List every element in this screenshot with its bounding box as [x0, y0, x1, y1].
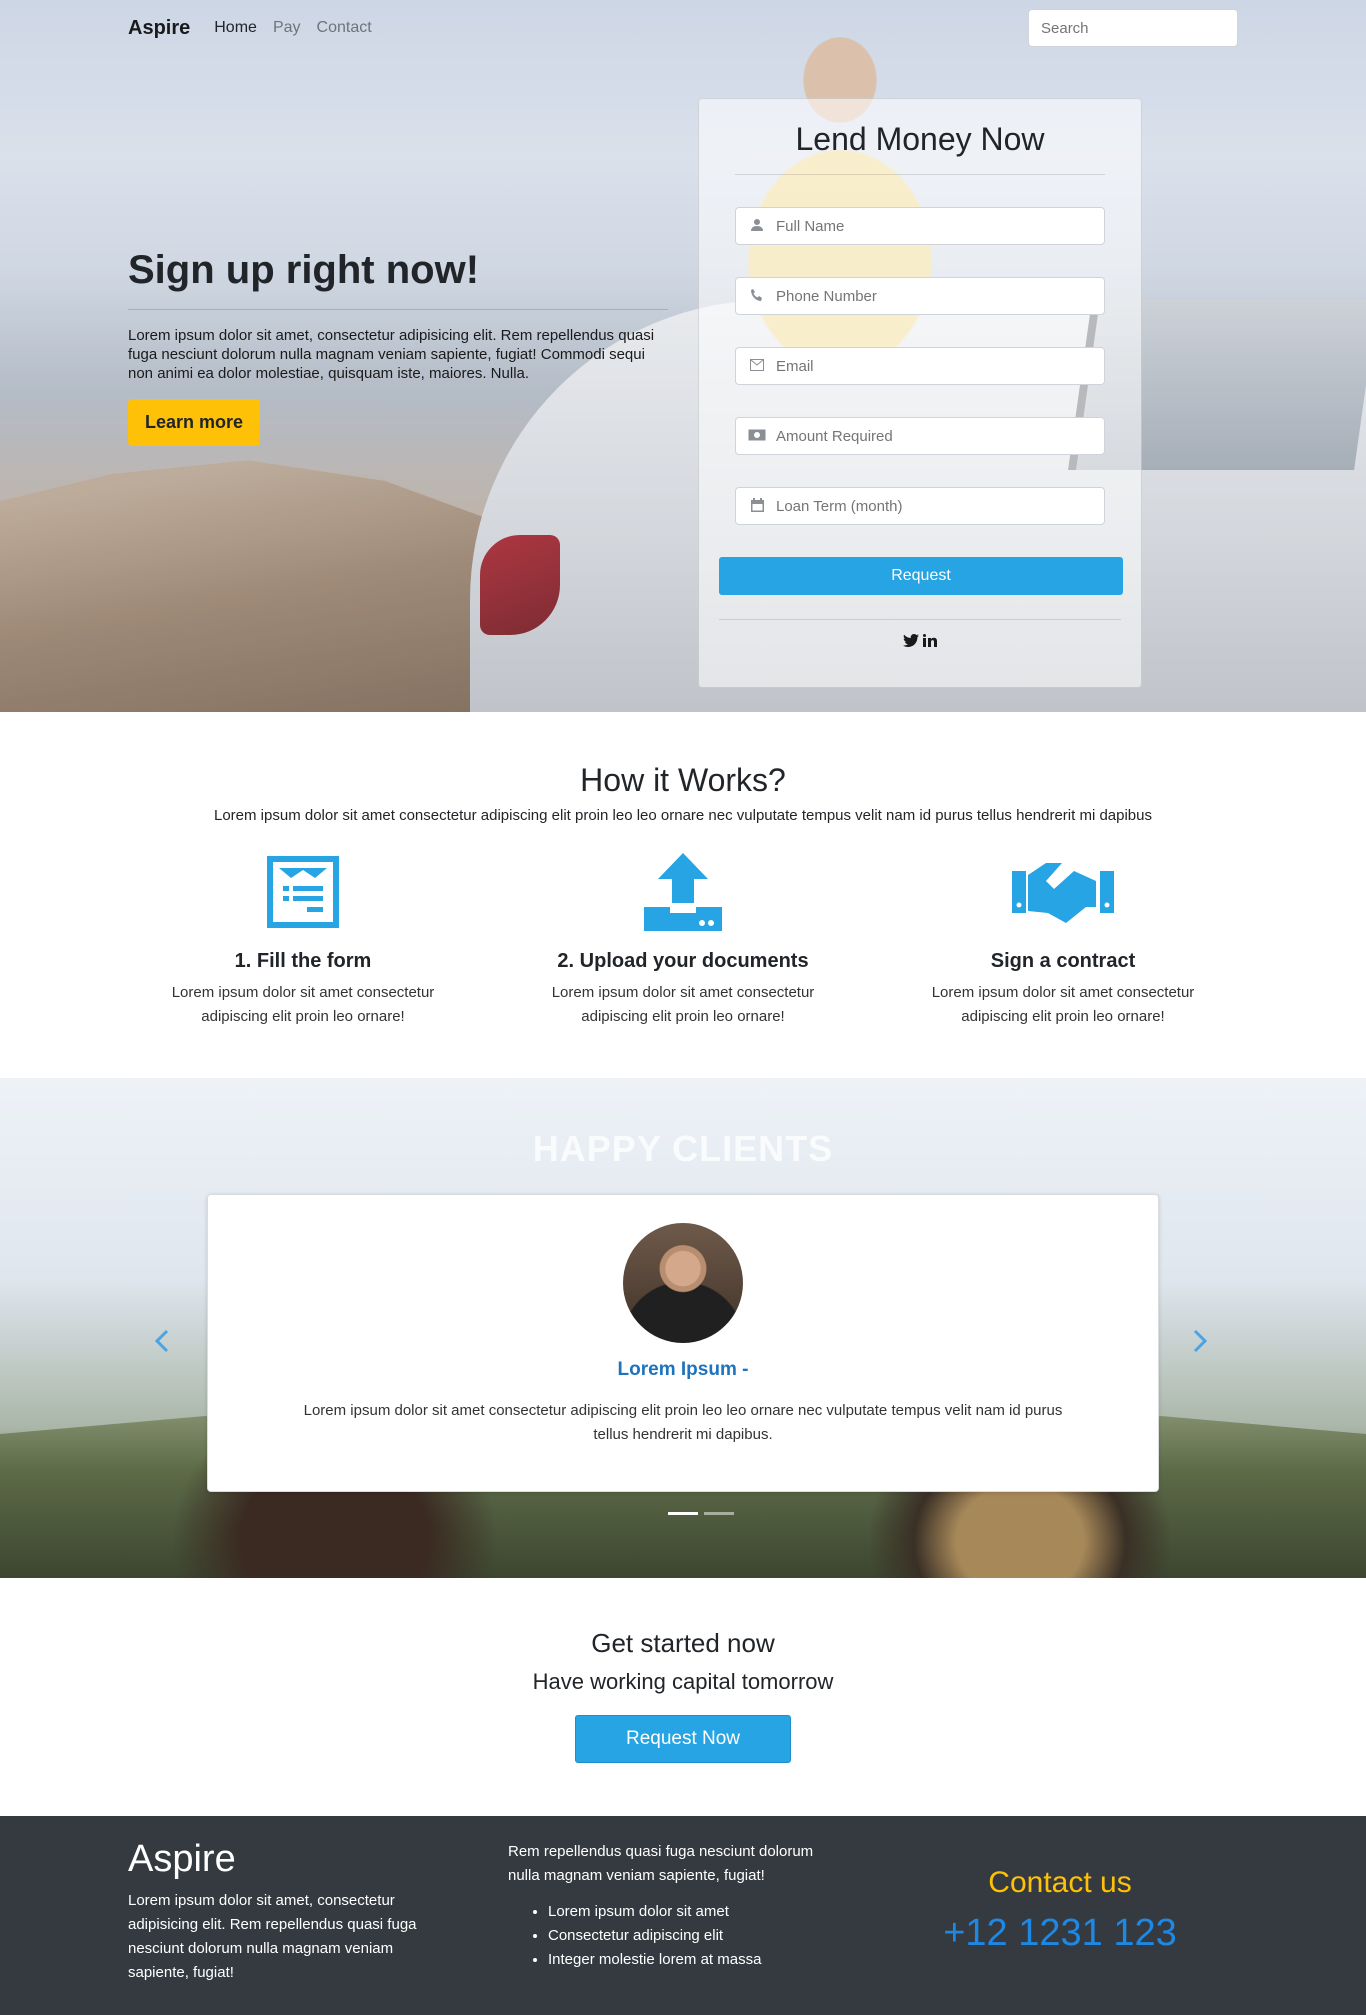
nav-link-home[interactable]: Home	[214, 19, 257, 37]
footer-list-item: Lorem ipsum dolor sit amet	[548, 1900, 848, 1924]
linkedin-icon[interactable]	[923, 632, 938, 651]
phone-number-input[interactable]	[776, 287, 1092, 305]
step-text: Lorem ipsum dolor sit amet consectetur a…	[551, 984, 815, 1025]
phone-number-field[interactable]	[735, 277, 1105, 315]
footer: Aspire Lorem ipsum dolor sit amet, conse…	[0, 1816, 1366, 2015]
carousel-indicator[interactable]	[668, 1512, 698, 1515]
how-it-works-section: How it Works? Lorem ipsum dolor sit amet…	[0, 712, 1366, 1078]
carousel-next-icon[interactable]	[1192, 1328, 1208, 1360]
full-name-field[interactable]	[735, 207, 1105, 245]
footer-contact: Contact us +12 1231 123	[910, 1866, 1210, 1955]
learn-more-button[interactable]: Learn more	[128, 399, 261, 446]
how-subtitle: Lorem ipsum dolor sit amet consectetur a…	[214, 807, 1152, 824]
amount-required-input[interactable]	[776, 427, 1092, 445]
step-fill-form: 1. Fill the form Lorem ipsum dolor sit a…	[113, 848, 493, 1029]
cta-subtitle: Have working capital tomorrow	[532, 1669, 834, 1694]
lend-form-divider	[735, 174, 1105, 175]
twitter-icon[interactable]	[902, 632, 924, 651]
step-sign-contract: Sign a contract Lorem ipsum dolor sit am…	[873, 848, 1253, 1029]
loan-term-input[interactable]	[776, 497, 1092, 515]
lend-money-form: Lend Money Now Full Name Phone Number Em…	[698, 98, 1142, 688]
steps-row: 1. Fill the form Lorem ipsum dolor sit a…	[0, 848, 1366, 1029]
nav-link-contact[interactable]: Contact	[317, 19, 372, 37]
happy-clients-section: HAPPY CLIENTS Lorem Ipsum - Lorem ipsum …	[0, 1078, 1366, 1578]
envelope-icon	[748, 358, 766, 374]
upload-icon	[493, 848, 873, 936]
footer-list-item: Consectetur adipiscing elit	[548, 1924, 848, 1948]
step-title: Sign a contract	[990, 950, 1136, 972]
loan-term-field[interactable]	[735, 487, 1105, 525]
clients-title: HAPPY CLIENTS	[532, 1128, 834, 1169]
footer-brand: Aspire	[128, 1838, 236, 1880]
avatar	[623, 1223, 743, 1343]
cta-title: Get started now	[591, 1628, 775, 1658]
testimonial-text: Lorem ipsum dolor sit amet consectetur a…	[303, 1402, 1063, 1443]
step-text: Lorem ipsum dolor sit amet consectetur a…	[931, 984, 1195, 1025]
step-upload-documents: 2. Upload your documents Lorem ipsum dol…	[493, 848, 873, 1029]
phone-icon	[748, 288, 766, 305]
contact-phone[interactable]: +12 1231 123	[910, 1912, 1210, 1955]
lend-form-footer-divider	[719, 619, 1121, 620]
form-icon	[113, 848, 493, 936]
hero-paragraph: Lorem ipsum dolor sit amet, consectetur …	[128, 327, 655, 382]
how-title: How it Works?	[580, 762, 786, 798]
hero-title: Sign up right now!	[128, 248, 480, 292]
carousel-indicators	[668, 1512, 734, 1515]
carousel-prev-icon[interactable]	[154, 1328, 170, 1360]
hero-text-block: Sign up right now! Lorem ipsum dolor sit…	[128, 248, 668, 446]
brand-logo[interactable]: Aspire	[128, 17, 190, 40]
search-input[interactable]	[1028, 9, 1238, 47]
footer-middle: Rem repellendus quasi fuga nesciunt dolo…	[508, 1840, 848, 1972]
user-icon	[748, 218, 766, 235]
social-links	[719, 632, 1121, 652]
step-title: 1. Fill the form	[234, 950, 372, 972]
request-now-button[interactable]: Request Now	[575, 1715, 791, 1763]
testimonial-name: Lorem Ipsum -	[617, 1359, 749, 1380]
nav-link-pay[interactable]: Pay	[273, 19, 301, 37]
footer-about: Aspire Lorem ipsum dolor sit amet, conse…	[128, 1838, 448, 1985]
footer-about-text: Lorem ipsum dolor sit amet, consectetur …	[128, 1892, 417, 1981]
step-text: Lorem ipsum dolor sit amet consectetur a…	[171, 984, 435, 1025]
email-input[interactable]	[776, 357, 1092, 375]
hero-divider	[128, 309, 668, 310]
carousel-indicator[interactable]	[704, 1512, 734, 1515]
request-button[interactable]: Request	[719, 557, 1123, 595]
footer-list: Lorem ipsum dolor sit amet Consectetur a…	[508, 1900, 848, 1972]
footer-middle-text: Rem repellendus quasi fuga nesciunt dolo…	[508, 1843, 814, 1884]
email-field[interactable]	[735, 347, 1105, 385]
amount-required-field[interactable]	[735, 417, 1105, 455]
hero-section: Aspire Home Pay Contact Sign up right no…	[0, 0, 1366, 712]
lend-form-title: Lend Money Now	[795, 121, 1045, 157]
testimonial-card: Lorem Ipsum - Lorem ipsum dolor sit amet…	[207, 1194, 1159, 1492]
step-title: 2. Upload your documents	[557, 950, 809, 972]
get-started-section: Get started now Have working capital tom…	[0, 1578, 1366, 1816]
money-icon	[748, 428, 766, 444]
footer-list-item: Integer molestie lorem at massa	[548, 1948, 848, 1972]
contact-us-label: Contact us	[988, 1866, 1132, 1899]
handshake-icon	[873, 848, 1253, 936]
navbar: Aspire Home Pay Contact	[0, 0, 1366, 56]
calendar-icon	[748, 497, 766, 515]
full-name-input[interactable]	[776, 217, 1092, 235]
